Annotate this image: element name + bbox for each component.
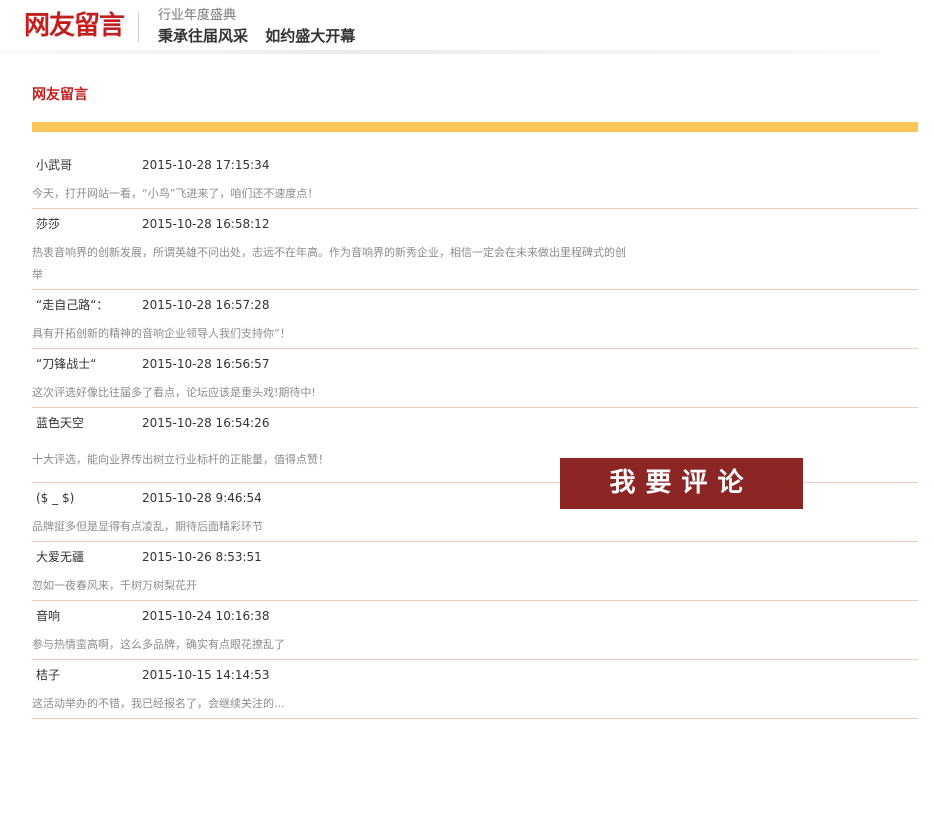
page-header: 网友留言 行业年度盛典 秉承往届风采 如约盛大开幕 [0,0,934,54]
header-shadow [0,50,880,54]
comment-author: 桔子 [36,668,61,682]
comment-author: “刀锋战士“ [36,357,97,371]
comment-item: 小武哥 2015-10-28 17:15:34 今天，打开网站一看，“小鸟”飞进来… [32,150,918,209]
header-divider [138,12,139,42]
comment-item: 大爱无疆 2015-10-26 8:53:51 忽如一夜春风来，千树万树梨花开 [32,542,918,601]
comment-text: 具有开拓创新的精神的音响企业领导人我们支持你”！ [32,327,291,340]
section-title: 网友留言 [32,87,88,103]
comment-text: 今天，打开网站一看，“小鸟”飞进来了，咱们还不速度点！ [32,187,319,200]
section-accent-bar [32,122,918,132]
comment-time: 2015-10-15 14:14:53 [142,668,270,682]
comment-time: 2015-10-28 17:15:34 [142,158,270,172]
comment-text: 热衷音响界的创新发展，所谓英雄不问出处，志远不在年高。作为音响界的新秀企业，相信… [32,246,626,281]
comment-time: 2015-10-24 10:16:38 [142,609,270,623]
comment-text: 品牌挺多但是显得有点凌乱，期待后面精彩环节 [32,520,263,533]
comment-author: 音响 [36,609,61,623]
tagline-subtitle: 行业年度盛典 [158,8,237,23]
comment-author: 莎莎 [36,217,61,231]
comment-item: “走自己路“： 2015-10-28 16:57:28 具有开拓创新的精神的音响企… [32,290,918,349]
comment-author: ($ _ $) [36,491,75,505]
comment-text: 这活动举办的不错，我已经报名了，会继续关注的... [32,697,285,710]
comment-text: 这次评选好像比往届多了看点，论坛应该是重头戏!期待中! [32,386,316,399]
comment-time: 2015-10-28 9:46:54 [142,491,262,505]
comment-text: 忽如一夜春风来，千树万树梨花开 [32,579,197,592]
comment-item: 音响 2015-10-24 10:16:38 参与热情蛮高啊，这么多品牌，确实有点… [32,601,918,660]
comment-item: 桔子 2015-10-15 14:14:53 这活动举办的不错，我已经报名了，会继… [32,660,918,719]
comment-list: 小武哥 2015-10-28 17:15:34 今天，打开网站一看，“小鸟”飞进来… [32,150,918,719]
comment-author: 大爱无疆 [36,550,85,564]
comment-text: 参与热情蛮高啊，这么多品牌，确实有点眼花撩乱了 [32,638,285,651]
comment-time: 2015-10-28 16:56:57 [142,357,270,371]
comment-item: 莎莎 2015-10-28 16:58:12 热衷音响界的创新发展，所谓英雄不问出… [32,209,918,290]
comment-time: 2015-10-28 16:54:26 [142,416,270,430]
comment-time: 2015-10-28 16:58:12 [142,217,270,231]
post-comment-button[interactable]: 我要评论 [560,458,803,509]
comment-author: 蓝色天空 [36,416,85,430]
comment-author: “走自己路“： [36,298,109,312]
tagline-headline: 秉承往届风采 如约盛大开幕 [158,27,356,45]
comment-time: 2015-10-26 8:53:51 [142,550,262,564]
comment-author: 小武哥 [36,158,73,172]
site-logo[interactable]: 网友留言 [24,8,125,44]
comment-time: 2015-10-28 16:57:28 [142,298,270,312]
comment-item: “刀锋战士“ 2015-10-28 16:56:57 这次评选好像比往届多了看点，… [32,349,918,408]
